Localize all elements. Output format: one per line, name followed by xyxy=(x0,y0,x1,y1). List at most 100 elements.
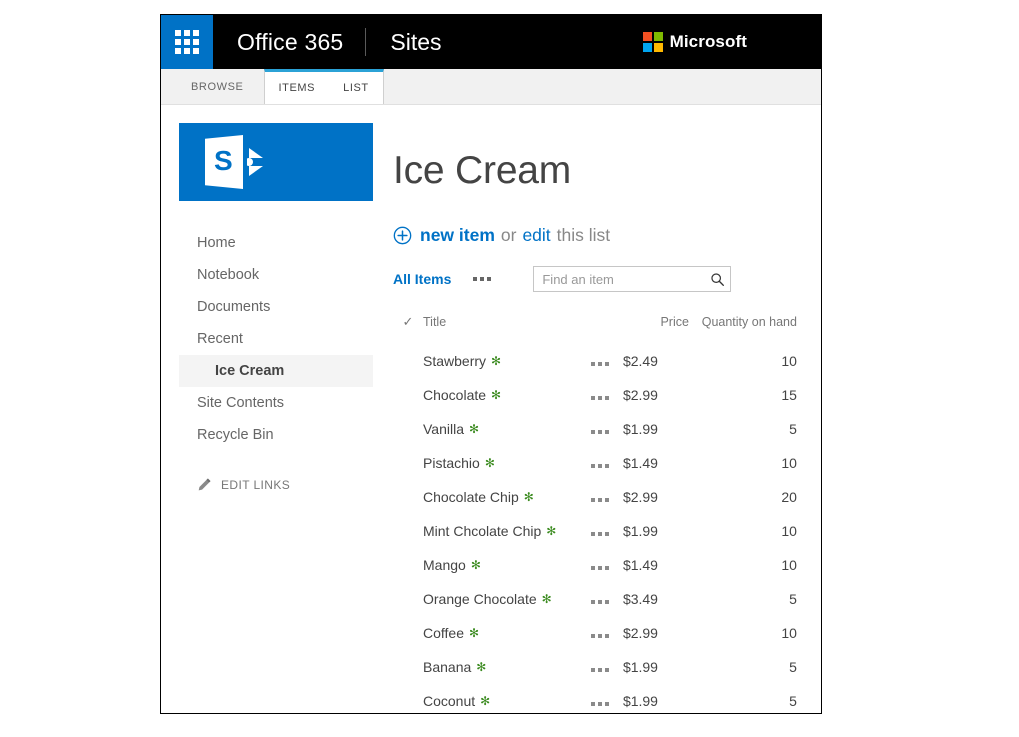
microsoft-logo-icon xyxy=(642,32,663,52)
row-select-cell[interactable] xyxy=(393,480,423,514)
row-title-cell[interactable]: Banana ✻ xyxy=(423,650,577,684)
sidebar-item-notebook[interactable]: Notebook xyxy=(179,259,373,291)
row-select-cell[interactable] xyxy=(393,344,423,378)
row-actions-cell[interactable] xyxy=(577,514,623,548)
row-select-cell[interactable] xyxy=(393,616,423,650)
row-actions-cell[interactable] xyxy=(577,684,623,713)
table-row[interactable]: Vanilla ✻ $1.99 5 xyxy=(393,412,797,446)
row-quantity-cell: 5 xyxy=(789,591,797,607)
row-select-cell[interactable] xyxy=(393,684,423,713)
row-title-cell[interactable]: Chocolate ✻ xyxy=(423,378,577,412)
edit-links-button[interactable]: EDIT LINKS xyxy=(179,451,373,492)
table-row[interactable]: Coconut ✻ $1.99 5 xyxy=(393,684,797,713)
row-title-cell[interactable]: Vanilla ✻ xyxy=(423,412,577,446)
row-select-cell[interactable] xyxy=(393,378,423,412)
row-title-cell[interactable]: Chocolate Chip ✻ xyxy=(423,480,577,514)
search-button[interactable] xyxy=(704,272,730,287)
view-toolbar: All Items xyxy=(393,266,797,292)
row-select-cell[interactable] xyxy=(393,582,423,616)
row-actions-cell[interactable] xyxy=(577,548,623,582)
plus-circle-icon[interactable] xyxy=(393,226,412,245)
office365-brand[interactable]: Office 365 xyxy=(213,15,365,69)
column-header-title[interactable]: Title xyxy=(423,308,577,344)
column-header-quantity[interactable]: Quantity on hand xyxy=(689,308,797,344)
current-view-selector[interactable]: All Items xyxy=(393,271,451,287)
row-ellipsis-icon[interactable] xyxy=(590,634,609,638)
row-ellipsis-icon[interactable] xyxy=(590,566,609,570)
row-title-cell[interactable]: Mango ✻ xyxy=(423,548,577,582)
table-row[interactable]: Stawberry ✻ $2.49 10 xyxy=(393,344,797,378)
new-item-link[interactable]: new item xyxy=(420,225,495,246)
row-title-text: Coconut xyxy=(423,693,476,709)
row-title-cell[interactable]: Stawberry ✻ xyxy=(423,344,577,378)
sidebar-item-recent[interactable]: Recent xyxy=(179,323,373,355)
app-launcher-button[interactable] xyxy=(161,15,213,69)
search-box[interactable] xyxy=(533,266,732,292)
ribbon-tab-bar: BROWSE ITEMS LIST xyxy=(161,69,821,105)
edit-list-link[interactable]: edit xyxy=(522,225,550,246)
row-ellipsis-icon[interactable] xyxy=(590,702,609,706)
table-row[interactable]: Coffee ✻ $2.99 10 xyxy=(393,616,797,650)
sidebar-item-home[interactable]: Home xyxy=(179,227,373,259)
new-item-badge-icon: ✻ xyxy=(476,660,487,674)
row-title-cell[interactable]: Pistachio ✻ xyxy=(423,446,577,480)
search-input[interactable] xyxy=(534,271,705,287)
row-title-text: Coffee xyxy=(423,625,464,641)
row-title-text: Orange Chocolate xyxy=(423,591,537,607)
table-row[interactable]: Banana ✻ $1.99 5 xyxy=(393,650,797,684)
new-item-command-row: new item or edit this list xyxy=(393,225,797,246)
select-all-header[interactable]: ✓ xyxy=(393,308,423,344)
row-ellipsis-icon[interactable] xyxy=(590,430,609,434)
row-ellipsis-icon[interactable] xyxy=(590,600,609,604)
row-select-cell[interactable] xyxy=(393,514,423,548)
row-actions-cell[interactable] xyxy=(577,446,623,480)
screenshot-root: Office 365 Sites Microsoft BROWSE ITEMS … xyxy=(0,0,1019,737)
row-actions-cell[interactable] xyxy=(577,480,623,514)
row-select-cell[interactable] xyxy=(393,446,423,480)
table-row[interactable]: Mint Chcolate Chip ✻ $1.99 10 xyxy=(393,514,797,548)
table-row[interactable]: Chocolate Chip ✻ $2.99 20 xyxy=(393,480,797,514)
pencil-icon xyxy=(198,478,211,491)
row-select-cell[interactable] xyxy=(393,650,423,684)
view-more-ellipsis-icon[interactable] xyxy=(473,277,492,281)
sidebar-item-site-contents[interactable]: Site Contents xyxy=(179,387,373,419)
row-ellipsis-icon[interactable] xyxy=(590,396,609,400)
row-actions-cell[interactable] xyxy=(577,344,623,378)
sharepoint-logo[interactable]: S xyxy=(179,123,373,201)
row-price-cell: $1.99 xyxy=(622,523,658,539)
row-ellipsis-icon[interactable] xyxy=(590,362,609,366)
row-ellipsis-icon[interactable] xyxy=(590,668,609,672)
row-actions-cell[interactable] xyxy=(577,412,623,446)
row-actions-cell[interactable] xyxy=(577,650,623,684)
row-actions-cell[interactable] xyxy=(577,616,623,650)
tab-browse[interactable]: BROWSE xyxy=(177,69,258,104)
row-select-cell[interactable] xyxy=(393,412,423,446)
sidebar-item-ice-cream[interactable]: Ice Cream xyxy=(179,355,373,387)
row-title-cell[interactable]: Coconut ✻ xyxy=(423,684,577,713)
new-item-badge-icon: ✻ xyxy=(484,456,495,470)
office365-suite-bar: Office 365 Sites Microsoft xyxy=(161,15,821,69)
new-item-badge-icon: ✻ xyxy=(480,694,491,708)
row-select-cell[interactable] xyxy=(393,548,423,582)
row-ellipsis-icon[interactable] xyxy=(590,498,609,502)
row-title-cell[interactable]: Coffee ✻ xyxy=(423,616,577,650)
sites-app-link[interactable]: Sites xyxy=(366,15,459,69)
sidebar-item-recycle-bin[interactable]: Recycle Bin xyxy=(179,419,373,451)
table-row[interactable]: Mango ✻ $1.49 10 xyxy=(393,548,797,582)
search-icon xyxy=(711,272,724,286)
sidebar-item-documents[interactable]: Documents xyxy=(179,291,373,323)
row-ellipsis-icon[interactable] xyxy=(590,532,609,536)
row-actions-cell[interactable] xyxy=(577,378,623,412)
tab-list[interactable]: LIST xyxy=(329,72,383,104)
row-actions-cell[interactable] xyxy=(577,582,623,616)
tab-items[interactable]: ITEMS xyxy=(265,72,330,104)
row-title-cell[interactable]: Orange Chocolate ✻ xyxy=(423,582,577,616)
page-content: S Home Notebook Documents Recent Ice Cre… xyxy=(161,105,821,713)
row-title-cell[interactable]: Mint Chcolate Chip ✻ xyxy=(423,514,577,548)
row-price-cell: $1.99 xyxy=(622,421,658,437)
column-header-price[interactable]: Price xyxy=(623,308,688,344)
table-row[interactable]: Pistachio ✻ $1.49 10 xyxy=(393,446,797,480)
table-row[interactable]: Orange Chocolate ✻ $3.49 5 xyxy=(393,582,797,616)
row-ellipsis-icon[interactable] xyxy=(590,464,609,468)
table-row[interactable]: Chocolate ✻ $2.99 15 xyxy=(393,378,797,412)
